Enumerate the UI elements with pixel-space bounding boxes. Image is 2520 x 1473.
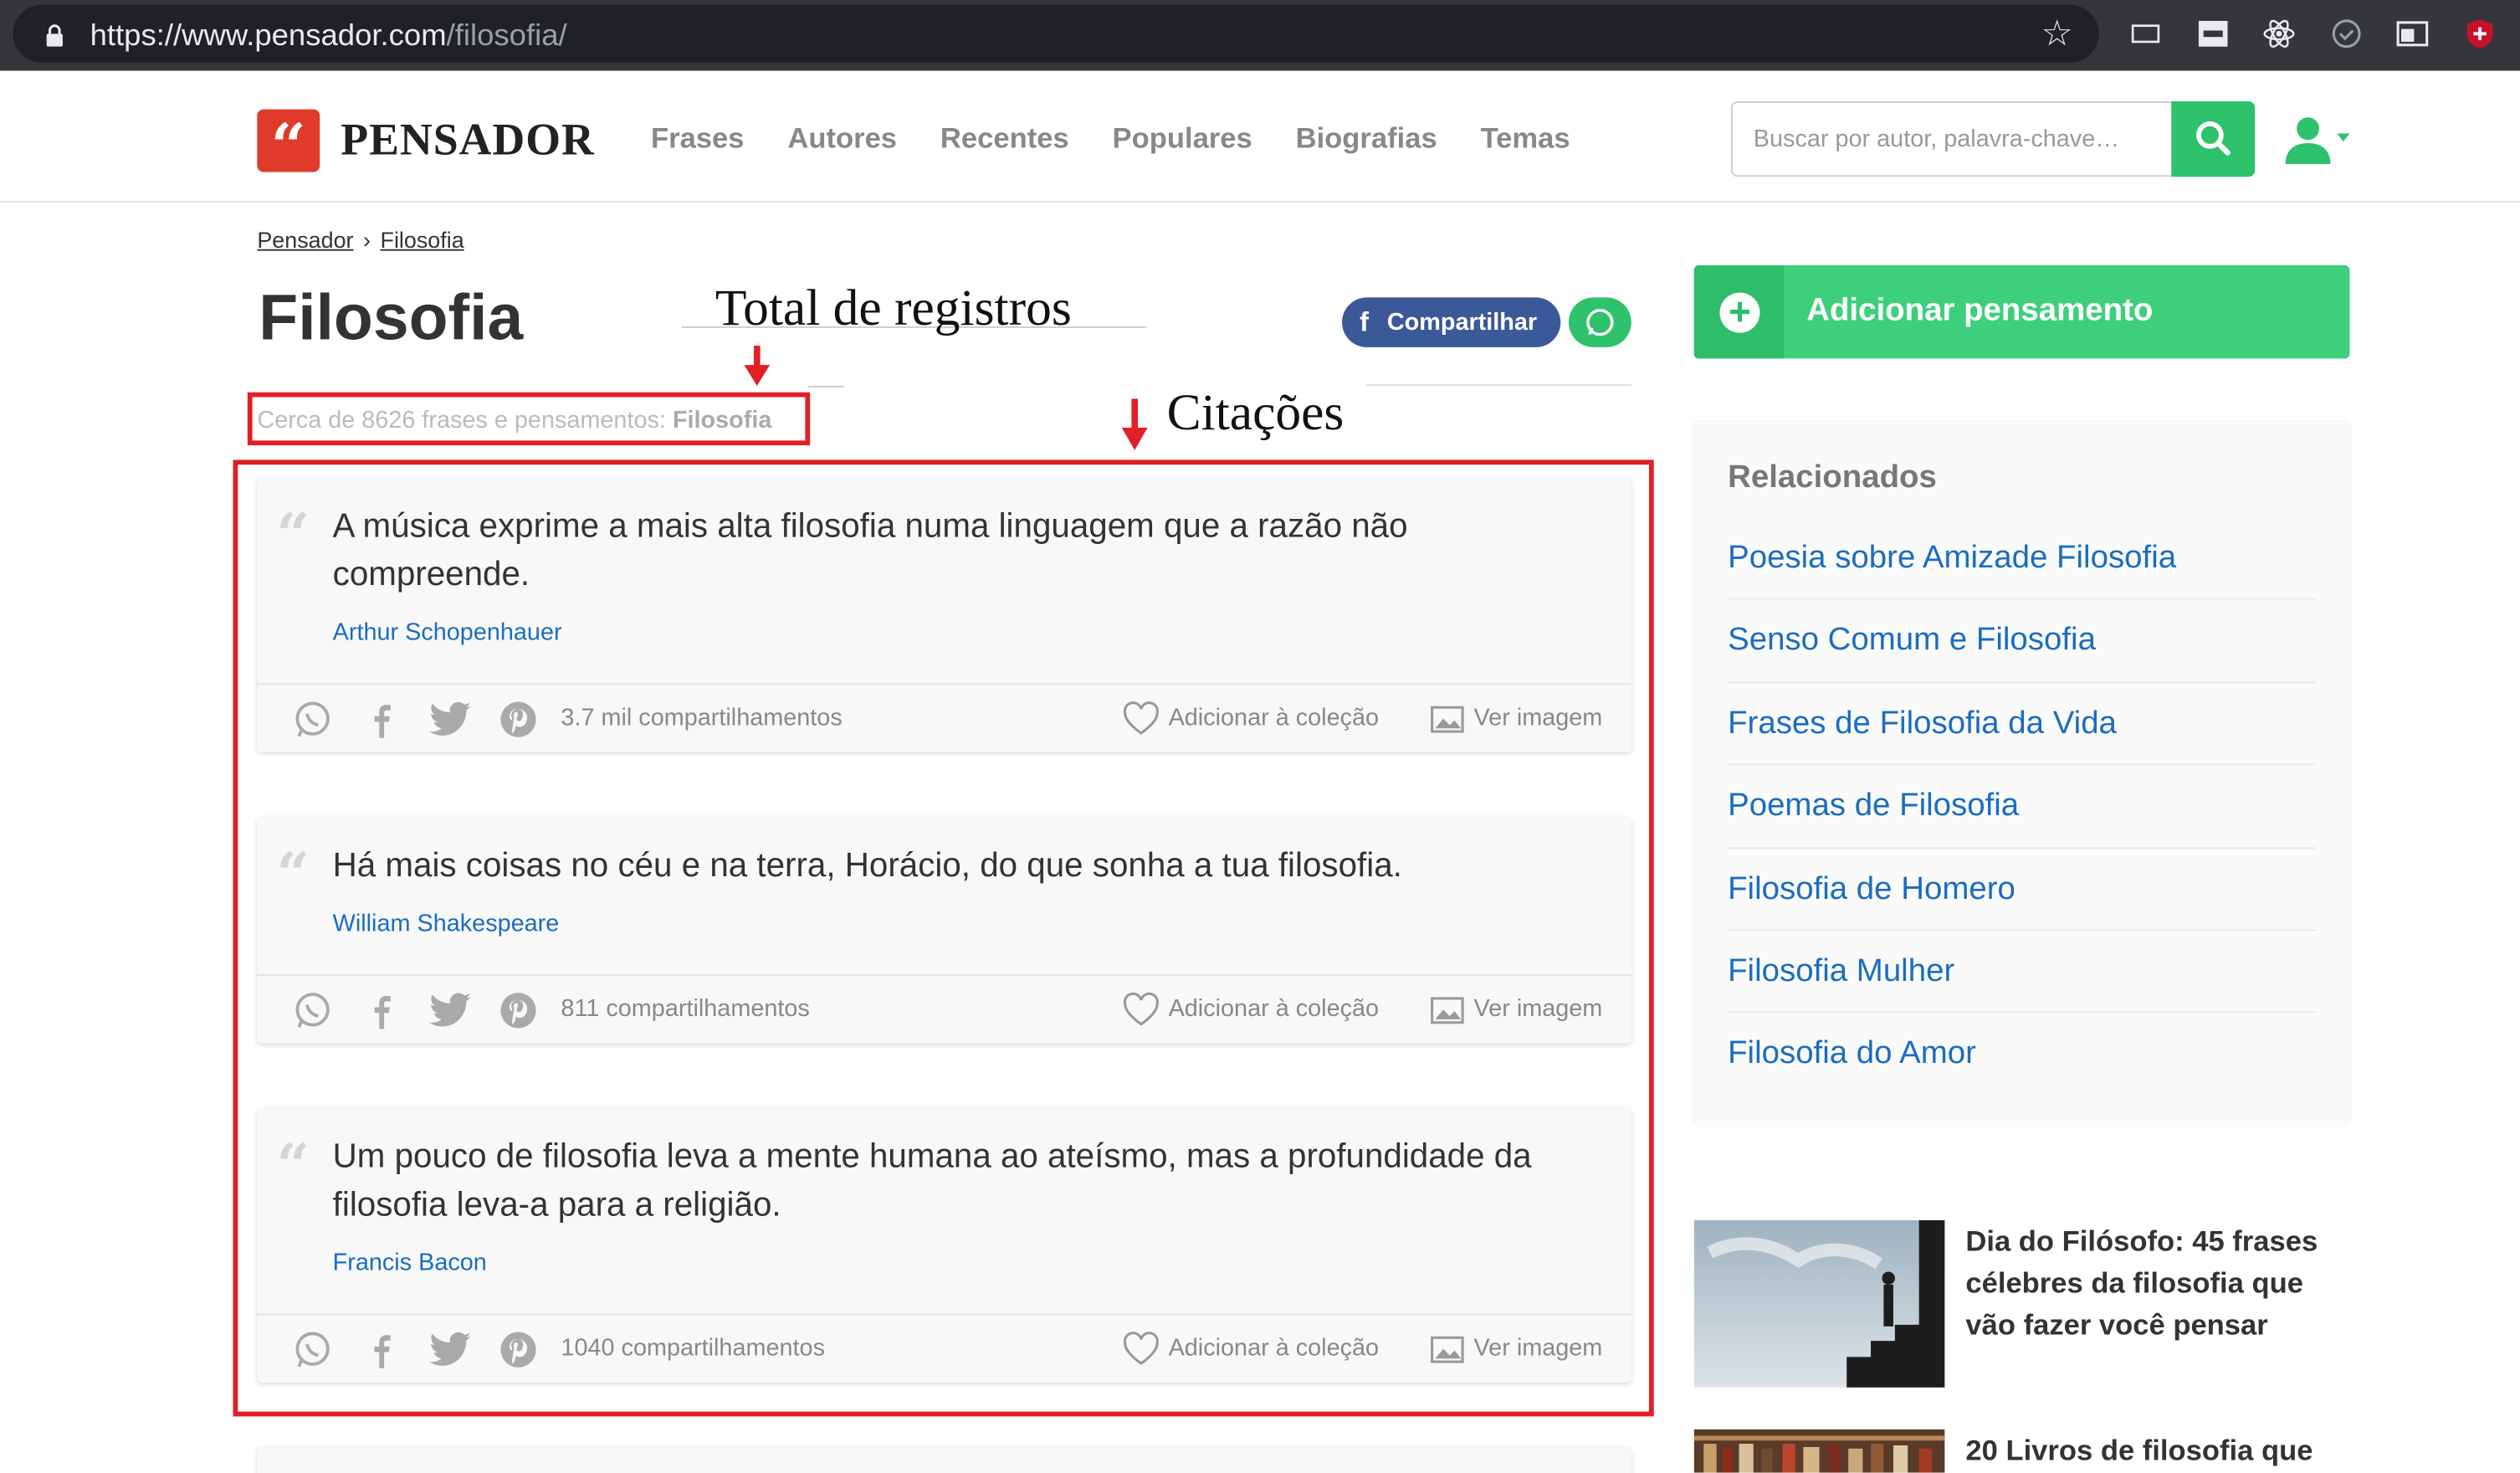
extension-counter-icon[interactable] bbox=[2195, 16, 2231, 51]
search-input[interactable] bbox=[1730, 101, 2174, 177]
annotation-total-label: Total de registros bbox=[715, 278, 1072, 336]
related-title: Relacionados bbox=[1728, 459, 1937, 495]
related-list: Poesia sobre Amizade Filosofia Senso Com… bbox=[1728, 518, 2317, 1096]
related-link[interactable]: Frases de Filosofia da Vida bbox=[1728, 683, 2317, 766]
whatsapp-share-button[interactable] bbox=[1568, 297, 1631, 347]
user-menu-icon[interactable] bbox=[2282, 115, 2354, 164]
lock-icon bbox=[46, 24, 63, 47]
nav-biografias[interactable]: Biografias bbox=[1296, 122, 1437, 156]
nav-recentes[interactable]: Recentes bbox=[940, 122, 1069, 156]
related-panel: Relacionados Poesia sobre Amizade Filoso… bbox=[1693, 421, 2350, 1126]
add-icon-wrap: + bbox=[1693, 264, 1785, 359]
related-link[interactable]: Filosofia Mulher bbox=[1728, 931, 2317, 1014]
browser-toolbar: https://www.pensador.com/filosofia/ ☆ bbox=[0, 0, 2520, 71]
logo-quote-icon[interactable]: “ bbox=[257, 109, 320, 182]
search-button[interactable] bbox=[2171, 101, 2256, 177]
article-title[interactable]: 20 Livros de filosofia que bbox=[1965, 1429, 2351, 1471]
add-thought-button[interactable]: + Adicionar pensamento bbox=[1693, 264, 2350, 359]
search-icon bbox=[2196, 121, 2231, 156]
page-title: Filosofia bbox=[259, 283, 524, 354]
article-thumbnail[interactable] bbox=[1693, 1220, 1945, 1388]
article-title[interactable]: Dia do Filósofo: 45 frases célebres da f… bbox=[1965, 1220, 2351, 1346]
page-root: https://www.pensador.com/filosofia/ ☆ “ … bbox=[0, 0, 2520, 1473]
extension-shield-icon[interactable] bbox=[2462, 16, 2497, 51]
logo-text[interactable]: PENSADOR bbox=[341, 115, 595, 167]
related-link[interactable]: Poemas de Filosofia bbox=[1728, 766, 2317, 849]
url-text: https://www.pensador.com/filosofia/ bbox=[90, 19, 567, 54]
nav-temas[interactable]: Temas bbox=[1481, 122, 1570, 156]
address-bar[interactable]: https://www.pensador.com/filosofia/ bbox=[13, 4, 2099, 63]
whatsapp-icon bbox=[1586, 309, 1614, 336]
related-link[interactable]: Filosofia de Homero bbox=[1728, 848, 2317, 932]
annotation-quotes-label: Citações bbox=[1166, 382, 1345, 441]
plus-icon: + bbox=[1719, 293, 1760, 333]
annotation-arrow-icon bbox=[744, 346, 771, 387]
extension-window-icon[interactable] bbox=[2395, 16, 2430, 51]
related-link[interactable]: Senso Comum e Filosofia bbox=[1728, 600, 2317, 684]
breadcrumb-chevron-icon: › bbox=[363, 226, 371, 253]
article-card[interactable]: Dia do Filósofo: 45 frases célebres da f… bbox=[1693, 1220, 2354, 1389]
extension-clock-icon[interactable] bbox=[2329, 16, 2364, 51]
facebook-icon: f bbox=[1360, 306, 1370, 338]
bookmark-star-icon[interactable]: ☆ bbox=[2041, 13, 2073, 54]
url-path: /filosofia/ bbox=[446, 19, 567, 54]
main-nav: Frases Autores Recentes Populares Biogra… bbox=[651, 122, 1570, 156]
facebook-share-label: Compartilhar bbox=[1386, 308, 1538, 336]
nav-populares[interactable]: Populares bbox=[1113, 122, 1252, 156]
annotation-arrow-icon bbox=[1121, 398, 1148, 450]
url-host: https://www.pensador.com bbox=[90, 19, 447, 54]
site-header: “ PENSADOR Frases Autores Recentes Popul… bbox=[0, 70, 2520, 203]
title-divider bbox=[1365, 384, 1631, 387]
nav-autores[interactable]: Autores bbox=[787, 122, 897, 156]
annotation-underline bbox=[808, 386, 844, 387]
related-link[interactable]: Poesia sobre Amizade Filosofia bbox=[1728, 518, 2317, 601]
nav-frases[interactable]: Frases bbox=[651, 122, 745, 156]
quote-card bbox=[257, 1446, 1631, 1473]
article-card[interactable]: 20 Livros de filosofia que bbox=[1693, 1429, 2354, 1473]
extension-new-icon[interactable] bbox=[2128, 16, 2163, 51]
add-thought-label: Adicionar pensamento bbox=[1806, 292, 2154, 328]
annotation-quotes-box bbox=[233, 459, 1654, 1417]
breadcrumb-filosofia[interactable]: Filosofia bbox=[381, 227, 464, 253]
article-thumbnail[interactable] bbox=[1693, 1429, 1945, 1473]
annotation-count-box bbox=[247, 392, 811, 446]
facebook-share-button[interactable]: f Compartilhar bbox=[1342, 297, 1561, 347]
breadcrumb-pensador[interactable]: Pensador bbox=[257, 227, 353, 253]
related-link[interactable]: Filosofia do Amor bbox=[1728, 1014, 2316, 1096]
breadcrumb: Pensador › Filosofia bbox=[257, 227, 464, 253]
extension-react-icon[interactable] bbox=[2261, 16, 2297, 51]
